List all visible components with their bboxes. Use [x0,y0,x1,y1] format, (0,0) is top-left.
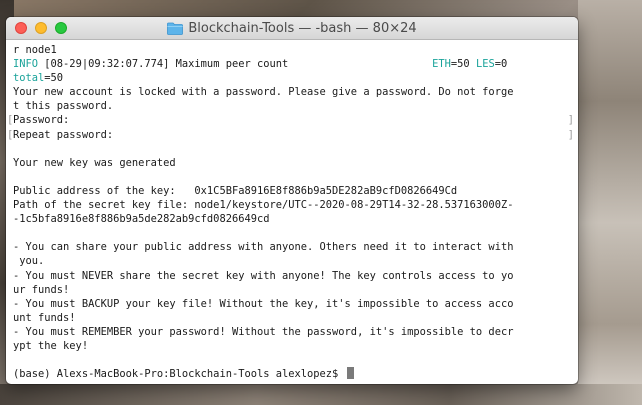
terminal-text: Password: [13,114,70,127]
terminal-text: r node1 [13,44,57,56]
terminal-line: INFO [08-29|09:32:07.774] Maximum peer c… [13,57,578,71]
terminal-text: ur funds! [13,283,70,296]
terminal-line: ur funds! [13,283,578,297]
terminal-text: Your new account is locked with a passwo… [13,86,514,99]
terminal-text: Path of the secret key file: node1/keyst… [13,199,514,212]
terminal-line: ypt the key! [13,339,578,353]
terminal-text: t this password. [13,100,114,113]
terminal-line: Path of the secret key file: node1/keyst… [13,198,578,212]
terminal-text: Public address of the key: 0x1C5BFa8916E… [13,184,458,197]
log-level: INFO [13,58,39,71]
terminal-line: Your new key was generated [13,156,578,170]
terminal-line: Public address of the key: 0x1C5BFa8916E… [13,184,578,198]
title-bar[interactable]: Blockchain-Tools — -bash — 80×24 [6,17,578,40]
terminal-line: [Repeat password:] [7,128,578,142]
log-value-total: =50 [44,72,64,85]
input-bracket-left: [ [7,114,14,127]
window-title: Blockchain-Tools — -bash — 80×24 [6,17,578,39]
desktop-background-bottom [0,384,642,405]
terminal-line: t this password. [13,99,578,113]
terminal-text: -1c5bfa8916e8f886b9a5de282ab9cfd0826649c… [13,213,270,226]
terminal-text: - You can share your public address with… [13,241,514,254]
window-title-text: Blockchain-Tools — -bash — 80×24 [188,20,417,36]
terminal-line: [Password:] [7,113,578,127]
log-value-les: =0 [494,58,508,71]
input-bracket-left: [ [7,128,14,141]
terminal-text: you. [13,255,45,268]
log-value-eth: =50 [450,58,476,71]
shell-prompt: (base) Alexs-MacBook-Pro:Blockchain-Tool… [13,368,345,381]
terminal-line: Your new account is locked with a passwo… [13,85,578,99]
terminal-text: - You must NEVER share the secret key wi… [13,269,514,282]
terminal-line: - You must REMEMBER your password! Witho… [13,325,578,339]
prompt-line[interactable]: (base) Alexs-MacBook-Pro:Blockchain-Tool… [13,367,578,381]
terminal-line: r node1 [13,43,578,57]
log-message: [08-29|09:32:07.774] Maximum peer count [38,58,433,71]
log-key-eth: ETH [432,58,451,71]
terminal-text: Your new key was generated [13,156,176,169]
terminal-window: Blockchain-Tools — -bash — 80×24 r node1… [6,17,578,384]
terminal-line: - You must NEVER share the secret key wi… [13,269,578,283]
terminal-text: - You must BACKUP your key file! Without… [13,297,514,310]
terminal-line: you. [13,254,578,268]
terminal-line: -1c5bfa8916e8f886b9a5de282ab9cfd0826649c… [13,212,578,226]
terminal-text: - You must REMEMBER your password! Witho… [13,325,514,338]
folder-icon [167,22,184,35]
log-key-total: total [13,72,45,85]
terminal-line: - You must BACKUP your key file! Without… [13,297,578,311]
terminal-text: ypt the key! [13,339,89,352]
input-bracket-right: ] [567,128,574,141]
desktop-background-right [578,0,642,405]
text-cursor [346,367,354,380]
log-key-les: LES [475,58,495,71]
terminal-line: - You can share your public address with… [13,240,578,254]
terminal-text: unt funds! [13,311,76,324]
terminal-output[interactable]: r node1 INFO [08-29|09:32:07.774] Maximum… [6,40,578,384]
terminal-line: unt funds! [13,311,578,325]
terminal-text: Repeat password: [13,128,114,141]
input-bracket-right: ] [567,114,574,127]
terminal-line: total=50 [13,71,578,85]
